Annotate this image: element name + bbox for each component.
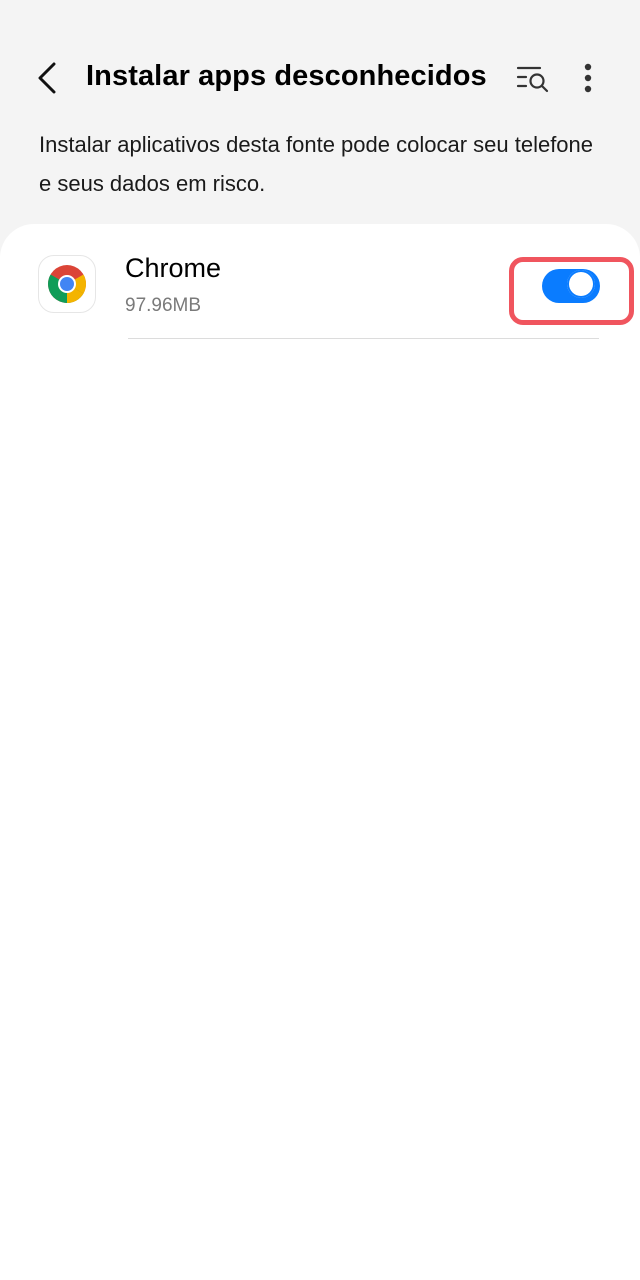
warning-description: Instalar aplicativos desta fonte pode co… <box>39 132 594 196</box>
app-name: Chrome <box>125 253 222 283</box>
list-divider <box>128 338 599 339</box>
app-list-item-chrome[interactable]: Chrome 97.96MB <box>0 224 640 340</box>
more-options-button[interactable] <box>566 54 610 102</box>
list-search-icon <box>516 66 549 93</box>
page-title: Instalar apps desconhecidos <box>86 60 487 92</box>
search-button[interactable] <box>508 54 560 102</box>
chevron-left-icon <box>38 62 56 94</box>
back-button[interactable] <box>24 54 72 102</box>
allow-install-toggle[interactable] <box>540 267 602 305</box>
more-vertical-icon <box>584 63 592 93</box>
toggle-knob <box>567 270 595 298</box>
app-list-card: Chrome 97.96MB <box>0 224 640 1280</box>
chrome-icon <box>38 255 96 313</box>
top-app-bar: Instalar apps desconhecidos <box>0 40 640 112</box>
app-size: 97.96MB <box>125 295 202 316</box>
